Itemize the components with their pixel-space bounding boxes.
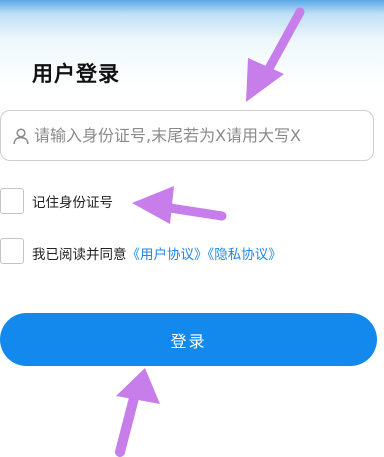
page-title: 用户登录	[32, 62, 120, 86]
privacy-policy-link[interactable]: 《隐私协议》	[208, 247, 282, 263]
arrow-to-remember	[132, 186, 227, 224]
remember-id-checkbox[interactable]	[0, 188, 24, 214]
login-button[interactable]: 登录	[0, 313, 377, 366]
user-icon	[12, 127, 30, 145]
agreement-text: 我已阅读并同意《用户协议》《隐私协议》	[32, 243, 282, 263]
arrow-to-login	[115, 368, 160, 457]
agreement-prefix[interactable]: 我已阅读并同意	[32, 247, 127, 263]
user-agreement-link[interactable]: 《用户协议》	[127, 247, 208, 263]
arrow-to-input	[246, 7, 305, 102]
id-number-input[interactable]	[34, 126, 364, 145]
remember-id-label[interactable]: 记住身份证号	[32, 191, 113, 211]
id-number-field[interactable]	[0, 110, 374, 161]
agreement-checkbox[interactable]	[0, 238, 24, 264]
